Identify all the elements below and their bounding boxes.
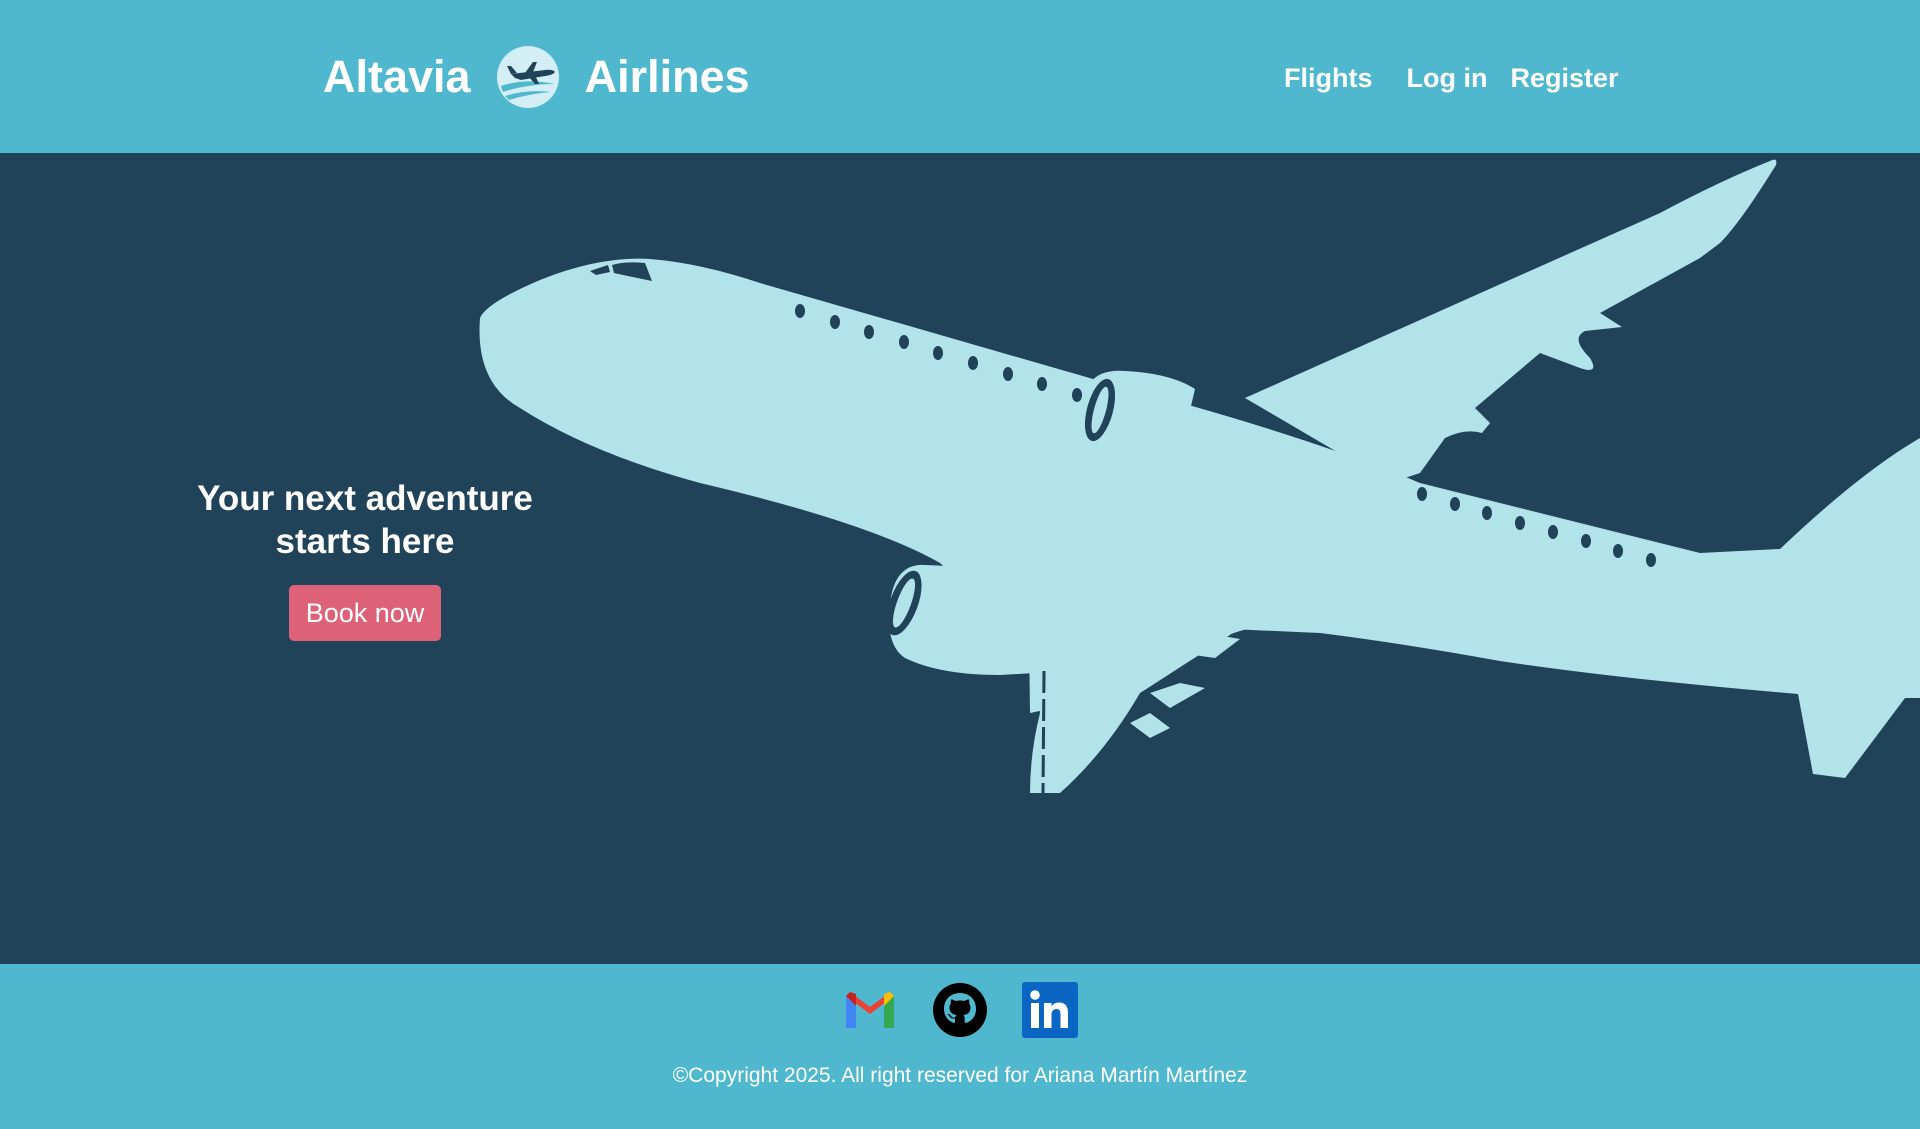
linkedin-icon[interactable] — [1022, 982, 1078, 1038]
github-icon[interactable] — [932, 982, 988, 1038]
nav-flights-link[interactable]: Flights — [1284, 63, 1373, 94]
main-nav: Flights Log in Register — [1284, 56, 1619, 100]
hero-title-line1: Your next adventure — [197, 479, 533, 518]
brand-name-left: Altavia — [323, 51, 471, 102]
hero-text: Your next adventure starts here Book now — [180, 477, 550, 641]
airplane-logo-icon — [496, 46, 559, 108]
site-header: Altavia Airlines Flights Log in Register — [0, 0, 1920, 153]
brand-logo-link[interactable]: Altavia Airlines — [323, 42, 750, 112]
hero-title-line2: starts here — [275, 522, 455, 561]
site-footer: ©Copyright 2025. All right reserved for … — [0, 964, 1920, 1129]
hero-section: Your next adventure starts here Book now — [0, 153, 1920, 964]
social-links — [0, 982, 1920, 1038]
nav-login-link[interactable]: Log in — [1407, 63, 1488, 94]
copyright-text: ©Copyright 2025. All right reserved for … — [672, 1064, 1248, 1087]
hero-title: Your next adventure starts here — [180, 477, 550, 563]
nav-register-link[interactable]: Register — [1510, 63, 1618, 94]
brand-name-right: Airlines — [584, 51, 750, 102]
book-now-button[interactable]: Book now — [288, 585, 442, 641]
gmail-icon[interactable] — [842, 982, 898, 1038]
